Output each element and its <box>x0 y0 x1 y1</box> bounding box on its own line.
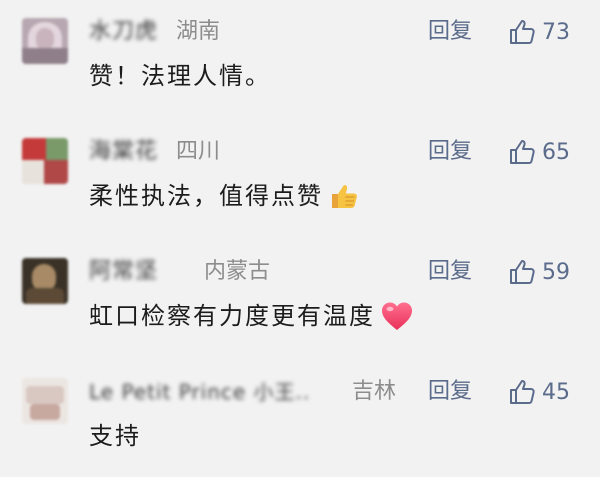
user-nickname[interactable]: 水刀虎 <box>89 17 158 47</box>
comment-content: 柔性执法，值得点赞 <box>89 178 361 214</box>
comment-text: 柔性执法，值得点赞 <box>89 182 323 210</box>
like-count: 59 <box>542 259 570 285</box>
user-nickname[interactable]: Le Petit Prince 小王.. <box>89 377 310 407</box>
like-count: 65 <box>542 139 570 165</box>
thumbs-up-icon <box>507 377 537 407</box>
user-region: 吉林 <box>352 379 397 404</box>
heart-emoji-icon <box>379 299 415 333</box>
thumbs-up-emoji-icon <box>327 179 361 213</box>
comment-text: 支持 <box>89 422 141 450</box>
thumbs-up-icon <box>507 257 537 287</box>
like-count: 73 <box>542 19 570 45</box>
reply-button[interactable]: 回复 <box>428 377 472 407</box>
comment-item: 阿常坚 内蒙古 回复 59 虹口检察有力度更有温度 <box>0 240 600 359</box>
user-nickname[interactable]: 阿常坚 <box>89 257 158 287</box>
avatar[interactable] <box>22 378 68 424</box>
like-button[interactable]: 73 <box>507 13 570 51</box>
like-button[interactable]: 65 <box>507 133 570 171</box>
thumbs-up-icon <box>507 137 537 167</box>
user-region: 四川 <box>176 139 221 164</box>
reply-button[interactable]: 回复 <box>428 257 472 287</box>
like-count: 45 <box>542 379 570 405</box>
comment-content: 虹口检察有力度更有温度 <box>89 298 415 334</box>
comment-list: 水刀虎 湖南 回复 73 赞！法理人情。 海棠花 四川 回复 65 柔性执法，值… <box>0 0 600 477</box>
user-region: 内蒙古 <box>204 259 271 284</box>
avatar[interactable] <box>22 258 68 304</box>
like-button[interactable]: 59 <box>507 253 570 291</box>
comment-item: 海棠花 四川 回复 65 柔性执法，值得点赞 <box>0 120 600 239</box>
comment-content: 支持 <box>89 418 141 454</box>
thumbs-up-icon <box>507 17 537 47</box>
avatar[interactable] <box>22 138 68 184</box>
comment-text: 赞！法理人情。 <box>89 62 271 90</box>
comment-item: 水刀虎 湖南 回复 73 赞！法理人情。 <box>0 0 600 119</box>
comment-text: 虹口检察有力度更有温度 <box>89 302 375 330</box>
comment-content: 赞！法理人情。 <box>89 58 271 94</box>
user-nickname[interactable]: 海棠花 <box>89 137 158 167</box>
reply-button[interactable]: 回复 <box>428 17 472 47</box>
like-button[interactable]: 45 <box>507 373 570 411</box>
user-region: 湖南 <box>176 19 221 44</box>
reply-button[interactable]: 回复 <box>428 137 472 167</box>
comment-item: Le Petit Prince 小王.. 吉林 回复 45 支持 <box>0 360 600 477</box>
avatar[interactable] <box>22 18 68 64</box>
